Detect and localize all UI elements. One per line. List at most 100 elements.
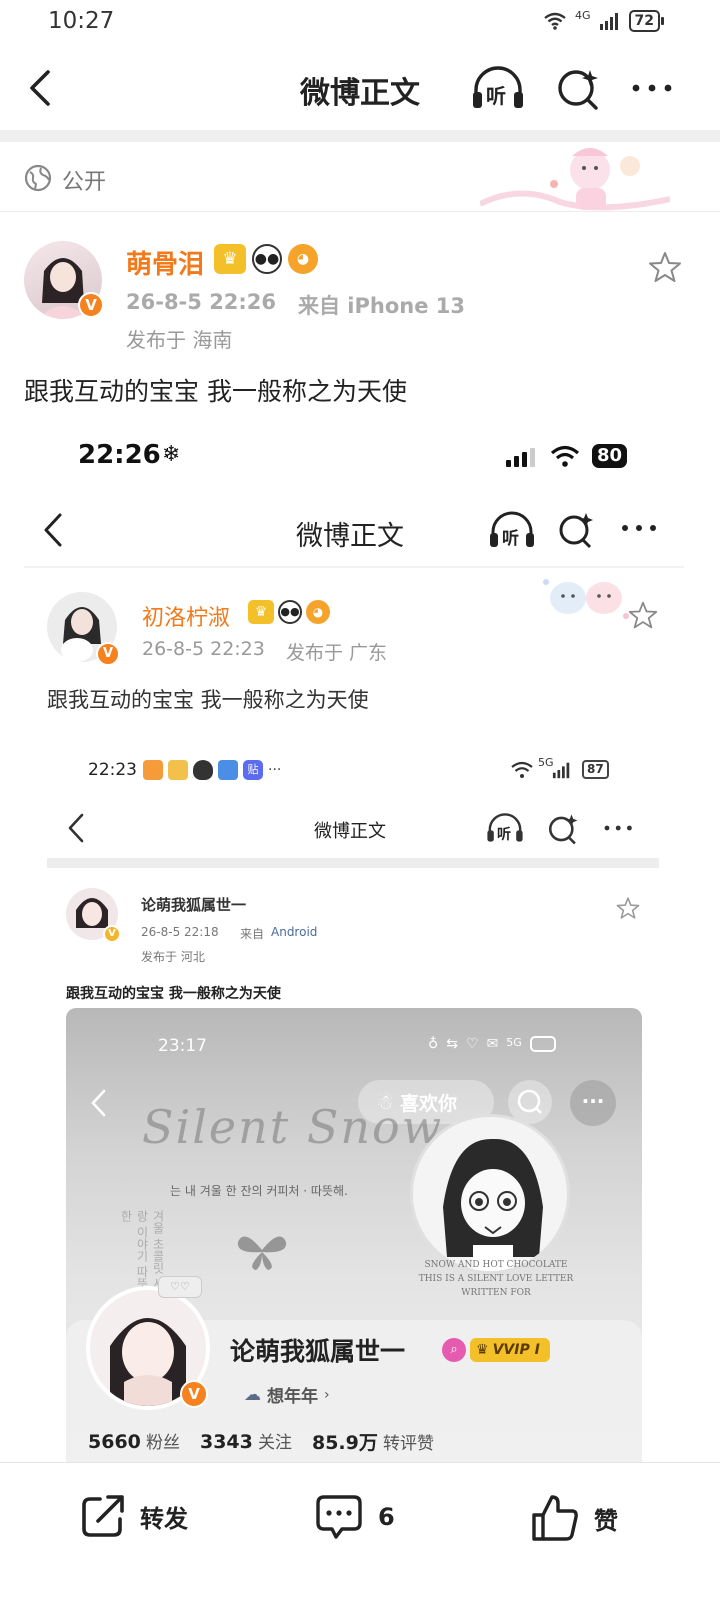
embedded-3-english-3: WRITTEN FOR [461, 1288, 531, 1298]
embedded-3-network: 5G [506, 1036, 522, 1049]
embedded-1-author: 初洛柠淑 [142, 606, 231, 631]
listen-button[interactable]: 听 [470, 64, 526, 112]
embedded-3-status-icons: ♁ ⇆ ♡ ✉ 5G [428, 1036, 556, 1052]
favorite-star-icon[interactable] [648, 250, 682, 284]
embedded-1-battery: 80 [592, 444, 628, 468]
embedded-1-panda-icon: ●● [278, 600, 302, 624]
embedded-3-status-time: 23:17 [158, 1036, 207, 1056]
like-button[interactable]: 赞 [530, 1493, 618, 1543]
embedded-2-battery: 87 [582, 760, 609, 779]
listen-label: 听 [486, 84, 506, 108]
crown-badge-icon: ♛ [214, 244, 246, 274]
embedded-2-verified-badge: V [103, 925, 121, 943]
embedded-1-body: 跟我互动的宝宝 我一般称之为天使 [47, 688, 369, 712]
embedded-3-english-1: SNOW AND HOT CHOCOLATE [424, 1260, 568, 1270]
embedded-1-star-icon [628, 601, 658, 629]
visibility-label: 公开 [62, 170, 107, 195]
visibility-row: 公开 [0, 142, 720, 212]
embedded-2-timestamp: 26-8-5 22:18 [141, 925, 219, 939]
search-icon[interactable] [552, 64, 608, 112]
embedded-3-korean-text: 는 내 겨울 한 잔의 커피처 · 따뜻해. [170, 1184, 348, 1198]
author-name[interactable]: 萌骨泪 [126, 244, 204, 281]
post-location: 发布于 海南 [126, 328, 233, 352]
embedded-3-vip-label: VVIP I [492, 1342, 540, 1358]
cloud-icon: ☁ [244, 1384, 261, 1405]
snowflake-icon: ❄ [162, 442, 181, 467]
embedded-screenshot-1: 22:26 ❄ 80 微博正文 听 V 初洛柠淑 ♛ ●● ◕ 26-8-5 2… [0, 420, 720, 1462]
repost-button[interactable]: 转发 [80, 1493, 188, 1539]
comment-icon [316, 1495, 362, 1539]
stat-following-value: 3343 [199, 1431, 253, 1453]
verified-badge: V [78, 292, 104, 318]
status-icons: 4G 72 [543, 8, 665, 32]
more-apps-icon: ··· [268, 762, 282, 778]
decoration-sticker [480, 148, 670, 211]
more-icon[interactable] [628, 64, 684, 112]
embedded-3-bio-text: 想年年 [267, 1387, 318, 1407]
stat-following: 3343 关注 [200, 1428, 292, 1455]
embedded-1-listen-label: 听 [502, 529, 519, 549]
page-title: 微博正文 [300, 76, 420, 111]
embedded-1-wifi-icon [550, 445, 580, 467]
embedded-2-divider [47, 858, 659, 868]
share-icon [82, 1495, 124, 1537]
embedded-1-verified-badge: V [96, 642, 120, 666]
post-body: 跟我互动的宝宝 我一般称之为天使 [24, 377, 407, 406]
like-label: 赞 [594, 1506, 618, 1535]
stat-interactions-label: 转评赞 [382, 1434, 434, 1454]
embedded-3-more-icon: ··· [581, 1089, 605, 1113]
embedded-1-title: 微博正文 [296, 521, 404, 552]
embedded-1-timestamp: 26-8-5 22:23 [142, 638, 265, 660]
tag-icon: ✉ [486, 1036, 499, 1052]
embedded-2-listen-label: 听 [497, 827, 511, 843]
embedded-3-more-button: ··· [570, 1080, 616, 1126]
embedded-1-crown-icon: ♛ [248, 600, 274, 624]
stat-interactions-value: 85.9万 [311, 1432, 378, 1454]
thumbs-up-icon [532, 1495, 578, 1541]
stat-fans: 5660 粉丝 [88, 1428, 180, 1455]
nav-bar: 微博正文 听 [0, 50, 720, 130]
embedded-1-back-icon [44, 513, 62, 547]
stat-interactions: 85.9万 转评赞 [312, 1428, 434, 1455]
post-timestamp: 26-8-5 22:26 [126, 290, 277, 314]
app-blue-icon [218, 760, 238, 780]
author-badges: ♛ ●● ◕ [214, 244, 318, 274]
embedded-3-verified-badge: V [180, 1380, 208, 1408]
embedded-2-more-icon [604, 825, 632, 831]
embedded-1-badges: ♛ ●● ◕ [248, 600, 330, 624]
battery-icon: 72 [628, 10, 665, 32]
embedded-1-pufferfish-icon: ◕ [306, 600, 330, 624]
repost-label: 转发 [140, 1504, 188, 1533]
stat-fans-label: 粉丝 [145, 1433, 180, 1453]
embedded-2-source: Android [271, 925, 318, 939]
embedded-1-location: 发布于 广东 [286, 642, 388, 664]
network-type: 4G [574, 8, 591, 22]
embedded-3-search-tag-icon: ⌕ [442, 1338, 466, 1362]
anime-girl-illustration [443, 1138, 543, 1271]
post-source: 来自 iPhone 13 [298, 294, 466, 318]
app-heart-icon [143, 760, 163, 780]
embedded-3-back-icon [91, 1089, 106, 1117]
alarm-icon: ♁ [428, 1036, 439, 1052]
section-divider [0, 130, 720, 142]
signal-icon [599, 13, 618, 30]
embedded-2-signal-icon [552, 762, 570, 779]
embedded-3-english-2: THIS IS A SILENT LOVE LETTER [418, 1274, 574, 1284]
embedded-2-wifi-icon [511, 761, 533, 778]
status-bar: 10:27 4G 72 [0, 0, 720, 46]
embedded-2-back-icon [68, 813, 84, 843]
comment-button[interactable]: 6 [314, 1493, 395, 1541]
embedded-2-author: 论萌我狐属世一 [141, 896, 247, 914]
embedded-3-anime-art [410, 1114, 570, 1274]
wifi-icon [544, 12, 566, 30]
embedded-1-status-time: 22:26 [78, 440, 161, 470]
embedded-3-vip-badge: ♛ VVIP I [470, 1338, 550, 1362]
embedded-3-profile-name: 论萌我狐属世一 [230, 1337, 406, 1366]
vip-crown-icon: ♛ [476, 1342, 489, 1358]
embedded-2-star-icon [616, 897, 640, 919]
embedded-3-script-text: Silent Snow [142, 1100, 444, 1154]
embedded-2-status-time: 22:23 [88, 760, 137, 780]
globe-icon [24, 164, 52, 192]
embedded-3-bio: ☁ 想年年 › [244, 1382, 330, 1408]
embedded-3-stats: 5660 粉丝 3343 关注 85.9万 转评赞 [88, 1428, 434, 1455]
